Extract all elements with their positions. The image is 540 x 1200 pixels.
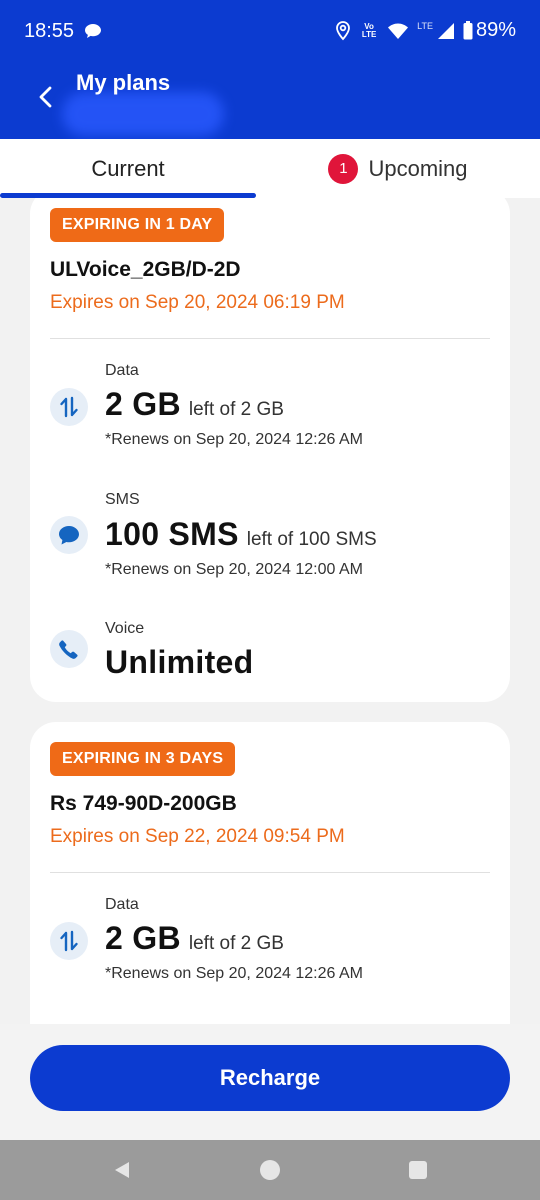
chevron-left-icon — [39, 86, 52, 108]
message-notification-icon — [85, 24, 101, 38]
data-label: Data — [105, 896, 139, 913]
wifi-icon — [388, 23, 409, 39]
data-balance: 2 GB left of 2 GB — [105, 920, 284, 957]
sms-renews: *Renews on Sep 20, 2024 12:00 AM — [105, 561, 363, 578]
active-tab-indicator — [0, 193, 256, 198]
app-header: 18:55 Vo LTE LTE 89% My plans — [0, 0, 540, 139]
phone-icon — [50, 630, 88, 668]
data-renews: *Renews on Sep 20, 2024 12:26 AM — [105, 965, 363, 982]
data-label: Data — [105, 362, 139, 379]
data-amount: 2 GB — [105, 386, 181, 422]
nav-recents-icon[interactable] — [406, 1158, 430, 1182]
sms-left-of: left of 100 SMS — [246, 529, 377, 550]
plan-card: EXPIRING IN 3 DAYS Rs 749-90D-200GB Expi… — [30, 722, 510, 1052]
data-amount: 2 GB — [105, 920, 181, 956]
system-navigation-bar — [0, 1140, 540, 1200]
plan-expiry: Expires on Sep 22, 2024 09:54 PM — [50, 826, 345, 847]
status-time: 18:55 — [24, 20, 75, 42]
nav-home-icon[interactable] — [258, 1158, 282, 1182]
back-button[interactable] — [28, 80, 62, 114]
battery-icon — [463, 21, 473, 40]
battery-percent: 89% — [475, 19, 516, 41]
volte-indicator: Vo LTE — [361, 21, 377, 39]
tab-current-label: Current — [91, 155, 165, 181]
divider — [50, 338, 490, 339]
status-bar: 18:55 Vo LTE LTE 89% — [0, 0, 540, 64]
nav-back-icon[interactable] — [110, 1158, 134, 1182]
page-title: My plans — [76, 70, 171, 95]
signal-icon — [437, 22, 454, 39]
data-transfer-icon — [50, 922, 88, 960]
data-left-of: left of 2 GB — [188, 933, 284, 954]
screen: 18:55 Vo LTE LTE 89% My plans Current 1 … — [0, 0, 540, 1200]
voice-balance: Unlimited — [105, 644, 253, 681]
sms-amount: 100 SMS — [105, 516, 239, 552]
sms-balance: 100 SMS left of 100 SMS — [105, 516, 377, 553]
plan-card: EXPIRING IN 1 DAY ULVoice_2GB/D-2D Expir… — [30, 188, 510, 702]
voice-amount: Unlimited — [105, 644, 254, 680]
status-icons: Vo LTE LTE 89% — [335, 19, 516, 42]
data-left-of: left of 2 GB — [188, 399, 284, 420]
data-balance: 2 GB left of 2 GB — [105, 386, 284, 423]
battery-group: 89% — [463, 19, 516, 42]
lte-indicator: LTE — [417, 20, 433, 31]
recharge-button[interactable]: Recharge — [30, 1045, 510, 1111]
voice-label: Voice — [105, 620, 145, 637]
plan-expiry: Expires on Sep 20, 2024 06:19 PM — [50, 292, 345, 313]
plan-name: ULVoice_2GB/D-2D — [50, 258, 241, 281]
divider — [50, 872, 490, 873]
plan-name: Rs 749-90D-200GB — [50, 792, 237, 815]
chat-bubble-icon — [50, 516, 88, 554]
location-icon — [336, 20, 351, 40]
expiry-tag: EXPIRING IN 1 DAY — [50, 208, 225, 242]
expiry-tag: EXPIRING IN 3 DAYS — [50, 742, 236, 776]
recharge-label: Recharge — [219, 1065, 321, 1090]
upcoming-count-badge: 1 — [328, 153, 359, 184]
blurred-region — [62, 92, 224, 136]
data-renews: *Renews on Sep 20, 2024 12:26 AM — [105, 431, 363, 448]
tab-upcoming-label: Upcoming — [368, 155, 468, 181]
data-transfer-icon — [50, 388, 88, 426]
sms-label: SMS — [105, 491, 140, 508]
